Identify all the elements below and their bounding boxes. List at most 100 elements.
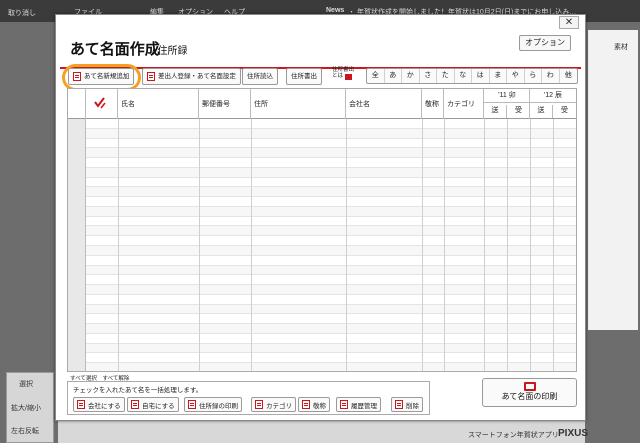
kana-filter-ra[interactable]: ら: [525, 69, 542, 83]
col-divider: [346, 119, 347, 371]
category-label: カテゴリ: [266, 402, 292, 410]
header-2012-received[interactable]: 受: [553, 105, 576, 118]
table-row[interactable]: [68, 246, 576, 256]
address-label-dialog: ✕ あて名面作成 / 住所録 オプション あて名新規追加 差出人登録・あて名面設…: [55, 14, 586, 421]
kana-filter-ta[interactable]: た: [437, 69, 455, 83]
col-divider: [444, 119, 445, 371]
table-row[interactable]: [68, 226, 576, 237]
sender-settings-label: 差出人登録・あて名面設定: [158, 73, 236, 80]
sender-settings-button[interactable]: 差出人登録・あて名面設定: [142, 68, 241, 85]
header-category[interactable]: カテゴリ: [444, 89, 484, 119]
kana-filter-other[interactable]: 他: [560, 69, 578, 83]
kana-filter-all[interactable]: 全: [367, 69, 385, 83]
page-subtitle: / 住所録: [152, 46, 188, 57]
undo-label: 取り消し: [8, 10, 36, 17]
add-new-address-button[interactable]: あて名新規追加: [68, 68, 135, 85]
print-address-list-label: 住所録の印刷: [199, 402, 238, 410]
table-row[interactable]: [68, 158, 576, 168]
news-label: News: [326, 7, 345, 14]
header-honorific[interactable]: 敬称: [422, 89, 444, 119]
header-2012-sent[interactable]: 送: [530, 105, 553, 118]
table-row[interactable]: [68, 148, 576, 159]
table-row[interactable]: [68, 363, 576, 371]
kana-filter-bar: 全 あ か さ た な は ま や ら わ 他: [366, 68, 578, 84]
col-divider: [507, 119, 508, 371]
table-row[interactable]: [68, 275, 576, 286]
table-row[interactable]: [68, 314, 576, 325]
kana-filter-a[interactable]: あ: [385, 69, 402, 83]
bulk-actions-panel: チェックを入れたあて名を一括処理します。 会社にする 自宅にする 住所録の印刷 …: [67, 381, 430, 415]
header-check-column[interactable]: [86, 89, 118, 119]
table-row[interactable]: [68, 128, 576, 139]
header-2011-sent[interactable]: 送: [484, 105, 507, 118]
col-divider: [553, 119, 554, 371]
bulk-actions-label: チェックを入れたあて名を一括処理します。: [73, 387, 203, 394]
header-select: [68, 89, 86, 119]
header-2011-received[interactable]: 受: [507, 105, 530, 118]
make-company-button[interactable]: 会社にする: [73, 397, 125, 412]
table-row[interactable]: [68, 265, 576, 276]
help-book-icon: [345, 74, 352, 80]
table-row[interactable]: [68, 294, 576, 305]
delete-label: 削除: [406, 402, 419, 410]
honorific-label: 敬称: [313, 402, 326, 410]
make-home-button[interactable]: 自宅にする: [127, 397, 179, 412]
kana-filter-ya[interactable]: や: [507, 69, 525, 83]
table-row[interactable]: [68, 324, 576, 334]
table-row[interactable]: [68, 216, 576, 227]
kana-filter-ka[interactable]: か: [402, 69, 420, 83]
header-postal[interactable]: 郵便番号: [199, 89, 251, 119]
table-row[interactable]: [68, 167, 576, 178]
history-label: 履歴管理: [351, 402, 377, 410]
address-table: 氏名 郵便番号 住所 会社名 敬称 カテゴリ '11 卯 送 受 '12 辰 送…: [67, 88, 577, 372]
header-address[interactable]: 住所: [251, 89, 346, 119]
header-year-2012: '12 辰 送 受: [530, 89, 576, 119]
kana-filter-sa[interactable]: さ: [420, 69, 437, 83]
col-divider: [530, 119, 531, 371]
col-divider: [251, 119, 252, 371]
zoom-tool[interactable]: 拡大/縮小: [11, 403, 41, 413]
kana-filter-ha[interactable]: は: [472, 69, 490, 83]
options-button[interactable]: オプション: [519, 35, 571, 51]
honorific-button[interactable]: 敬称: [298, 397, 330, 412]
flip-tool[interactable]: 左右反転: [11, 426, 39, 436]
table-row[interactable]: [68, 236, 576, 246]
sender-icon: [147, 72, 155, 81]
category-button[interactable]: カテゴリ: [251, 397, 296, 412]
pixus-logo: PIXUS: [558, 428, 589, 439]
table-row[interactable]: [68, 206, 576, 217]
tag-icon: [302, 400, 310, 409]
select-tool[interactable]: 選択: [19, 379, 33, 389]
table-row[interactable]: [68, 177, 576, 188]
close-button[interactable]: ✕: [559, 16, 579, 29]
table-row[interactable]: [68, 138, 576, 149]
table-row[interactable]: [68, 197, 576, 207]
import-address-button[interactable]: 住所読込: [242, 68, 278, 85]
header-company[interactable]: 会社名: [346, 89, 422, 119]
check-mark-icon: [94, 97, 106, 109]
table-row[interactable]: [68, 343, 576, 354]
dialog-titlebar: ✕: [56, 15, 585, 29]
table-row[interactable]: [68, 255, 576, 266]
make-home-label: 自宅にする: [142, 402, 175, 410]
kana-filter-wa[interactable]: わ: [542, 69, 560, 83]
table-row[interactable]: [68, 353, 576, 364]
table-row[interactable]: [68, 333, 576, 344]
table-row[interactable]: [68, 187, 576, 198]
kana-filter-na[interactable]: な: [455, 69, 472, 83]
kana-filter-ma[interactable]: ま: [490, 69, 507, 83]
material-label[interactable]: 素材: [614, 42, 628, 52]
header-name[interactable]: 氏名: [118, 89, 199, 119]
delete-button[interactable]: 削除: [391, 397, 423, 412]
dialog-header: あて名面作成 / 住所録 オプション: [60, 29, 581, 69]
smartphone-app-banner[interactable]: スマートフォン年賀状アプリ: [468, 430, 559, 440]
table-row[interactable]: [68, 119, 576, 129]
print-address-side-button[interactable]: あて名面の印刷: [482, 378, 577, 407]
row-selector-column[interactable]: [68, 119, 86, 371]
table-header: 氏名 郵便番号 住所 会社名 敬称 カテゴリ '11 卯 送 受 '12 辰 送…: [68, 89, 576, 119]
table-row[interactable]: [68, 285, 576, 295]
history-button[interactable]: 履歴管理: [336, 397, 381, 412]
export-address-button[interactable]: 住所書出: [286, 68, 322, 85]
table-row[interactable]: [68, 304, 576, 315]
print-address-list-button[interactable]: 住所録の印刷: [184, 397, 242, 412]
